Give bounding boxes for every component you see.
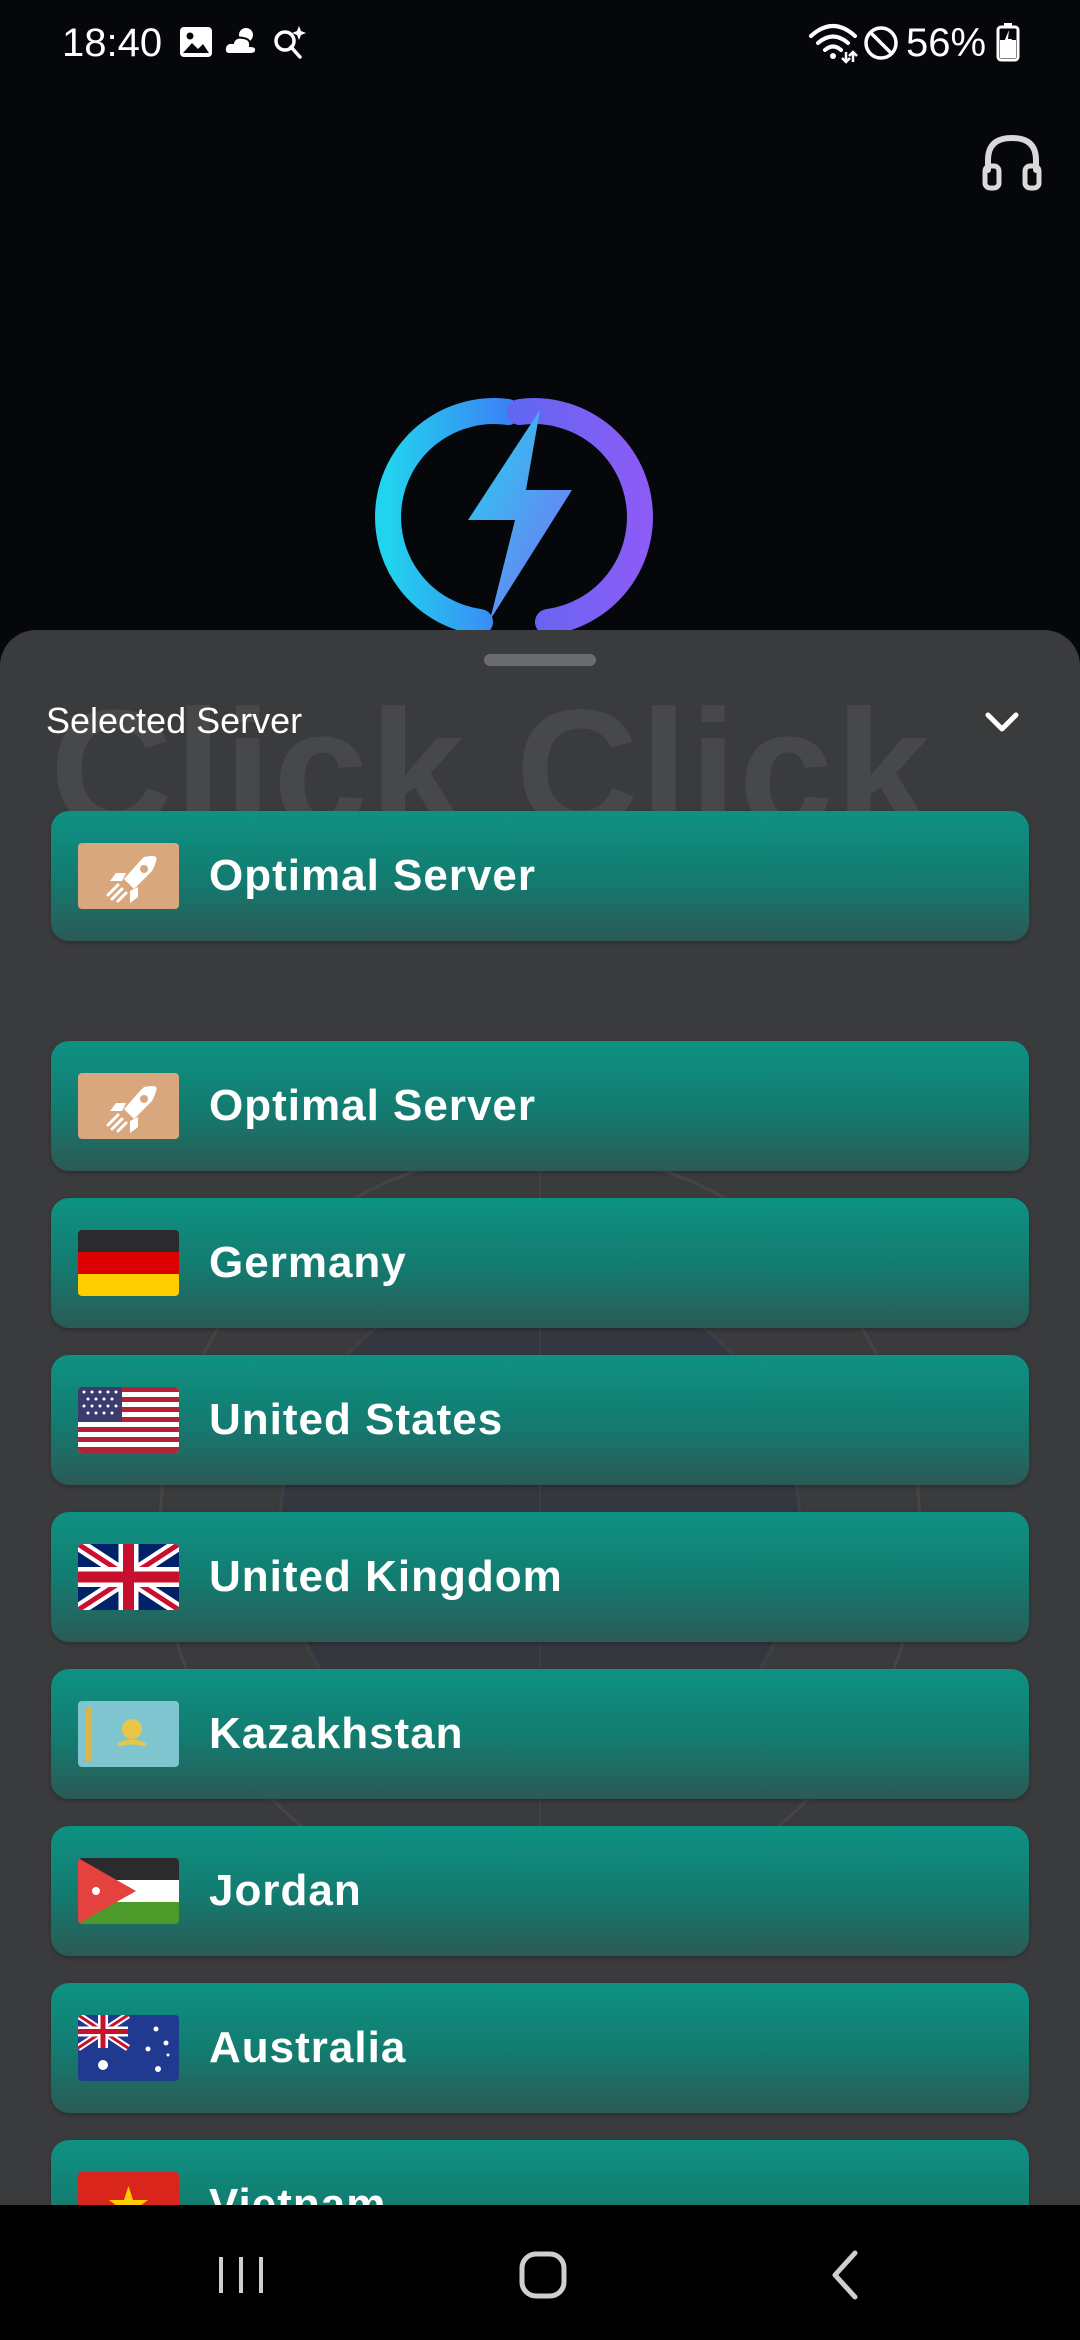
lightning-logo-icon [375,398,653,635]
image-icon [180,27,212,57]
screen: 18:40 56% Click Click Selected Server Op… [0,0,1080,2340]
recents-icon[interactable] [191,2225,291,2325]
server-item-united-kingdom[interactable]: United Kingdom [51,1512,1029,1642]
server-name: United Kingdom [209,1552,563,1601]
server-bottom-sheet: Click Click Selected Server Optimal Serv… [0,630,1080,2205]
battery-icon [996,23,1020,62]
server-name: Australia [209,2023,407,2072]
flag-vietnam-icon [78,2172,179,2205]
home-icon[interactable] [493,2225,593,2325]
battery-percentage: 56% [906,21,987,65]
server-name: United States [209,1395,504,1444]
server-name: Germany [209,1238,407,1287]
flag-germany-icon [78,1230,179,1296]
status-time: 18:40 [62,21,163,65]
server-name: Kazakhstan [209,1709,464,1758]
flag-kazakhstan-icon [78,1701,179,1767]
weather-icon [223,28,258,55]
server-item-jordan[interactable]: Jordan [51,1826,1029,1956]
search-sparkle-icon [274,26,306,59]
selected-server-card[interactable]: Optimal Server [51,811,1029,941]
headset-icon[interactable] [980,130,1044,194]
server-name: Optimal Server [209,1081,537,1130]
server-item-united-states[interactable]: United States [51,1355,1029,1485]
server-item-australia[interactable]: Australia [51,1983,1029,2113]
server-name: Optimal Server [209,851,537,900]
flag-us-icon [78,1387,179,1453]
status-bar: 18:40 56% [0,0,1080,90]
server-name: Jordan [209,1866,362,1915]
server-item-optimal[interactable]: Optimal Server [51,1041,1029,1171]
flag-uk-icon [78,1544,179,1610]
do-not-disturb-icon [864,26,898,60]
sheet-title: Selected Server [46,700,303,741]
drag-handle[interactable] [484,654,596,666]
chevron-down-icon[interactable] [976,696,1028,748]
rocket-icon [78,843,179,909]
server-item-germany[interactable]: Germany [51,1198,1029,1328]
server-name: Vietnam [209,2180,387,2205]
rocket-icon [78,1073,179,1139]
wifi-icon [809,24,858,64]
flag-jordan-icon [78,1858,179,1924]
navigation-bar [0,2205,1080,2340]
server-item-kazakhstan[interactable]: Kazakhstan [51,1669,1029,1799]
server-item-vietnam[interactable]: Vietnam [51,2140,1029,2205]
flag-australia-icon [78,2015,179,2081]
back-icon[interactable] [797,2225,897,2325]
